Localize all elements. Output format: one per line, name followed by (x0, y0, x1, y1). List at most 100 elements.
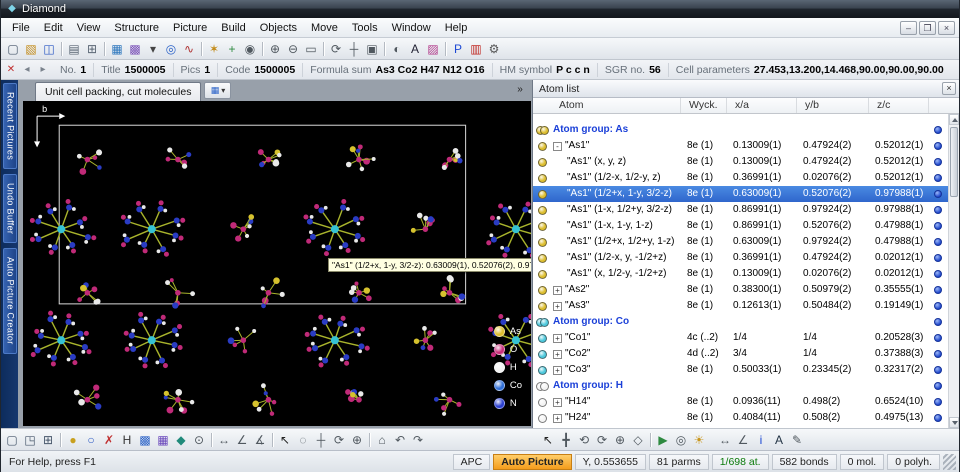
powder-pattern-icon[interactable]: ∿ (180, 40, 198, 57)
atom-row[interactable]: "As1" (1-x, 1-y, 1-z)8e (1)0.86991(1)0.5… (533, 218, 948, 234)
atom-indicator[interactable] (929, 366, 947, 374)
column-header-atom[interactable]: Atom (533, 98, 681, 113)
tree-expander[interactable]: + (553, 286, 562, 295)
picture-view-icon[interactable]: ◎ (162, 40, 180, 57)
picture-menu-button[interactable]: ▦ ▾ (204, 82, 231, 99)
gear-icon[interactable]: ⚙ (485, 40, 503, 57)
tree-expander[interactable]: + (553, 366, 562, 375)
side-tab-undo-buffer[interactable]: Undo Buffer (3, 174, 17, 243)
stereo-icon[interactable]: ◎ (672, 431, 690, 448)
info-icon[interactable]: i (752, 431, 770, 448)
mdi-minimize-button[interactable]: – (900, 21, 917, 35)
new-document-icon[interactable]: ▢ (4, 40, 22, 57)
scroll-up-icon[interactable] (949, 114, 959, 125)
open-file-icon[interactable]: ▧ (22, 40, 40, 57)
mdi-restore-button[interactable]: ❐ (919, 21, 936, 35)
atom-indicator[interactable] (929, 222, 947, 230)
more-tabs-button[interactable]: » (512, 82, 528, 97)
mdi-close-button[interactable]: × (938, 21, 955, 35)
fill-cell-icon[interactable]: ▩ (136, 431, 154, 448)
atom-row[interactable]: "As1" (1-x, 1/2+y, 3/2-z)8e (1)0.86991(1… (533, 202, 948, 218)
menu-picture[interactable]: Picture (166, 20, 214, 36)
atom-row[interactable]: +"H14"8e (1)0.0936(11)0.498(2)0.6524(10) (533, 394, 948, 410)
atom-row[interactable]: +"As3"8e (1)0.12613(1)0.50484(2)0.19149(… (533, 298, 948, 314)
atom-indicator[interactable] (929, 174, 947, 182)
fit-window-icon[interactable]: ▭ (302, 40, 320, 57)
select-icon[interactable]: ↖ (276, 431, 294, 448)
atom-indicator[interactable] (929, 206, 947, 214)
prev-record-icon[interactable]: ◂ (19, 61, 35, 78)
atom-row[interactable]: +"Co2"4d (..2)3/41/40.37388(3) (533, 346, 948, 362)
tree-expander[interactable]: + (553, 302, 562, 311)
animate-icon[interactable]: ▶ (654, 431, 672, 448)
label-tool-icon[interactable]: A (770, 431, 788, 448)
tree-expander[interactable]: - (553, 142, 562, 151)
rotate-icon[interactable]: ⟳ (327, 40, 345, 57)
structure-wizard-icon[interactable]: ✶ (205, 40, 223, 57)
tree-expander[interactable]: + (553, 414, 562, 423)
atom-row[interactable]: "As1" (1/2-x, 1/2-y, z)8e (1)0.36991(1)0… (533, 170, 948, 186)
print-icon[interactable]: ▤ (65, 40, 83, 57)
add-atom-icon[interactable]: ● (64, 431, 82, 448)
delete-structure-icon[interactable]: ✕ (3, 61, 19, 78)
close-icon[interactable]: × (942, 82, 956, 95)
lasso-icon[interactable]: ◌ (294, 431, 312, 448)
next-record-icon[interactable]: ▸ (35, 61, 51, 78)
redo-view-icon[interactable]: ↷ (409, 431, 427, 448)
rotate-xy-icon[interactable]: ⟲ (575, 431, 593, 448)
column-header-wyck[interactable]: Wyck. (681, 98, 727, 113)
move-mode-icon[interactable]: ┼ (312, 431, 330, 448)
tree-expander[interactable]: + (553, 350, 562, 359)
atom-indicator[interactable] (929, 254, 947, 262)
atom-indicator[interactable] (929, 190, 947, 198)
tree-expander[interactable]: + (553, 398, 562, 407)
colors-icon[interactable]: ▨ (424, 40, 442, 57)
zoom-out-icon[interactable]: ⊖ (284, 40, 302, 57)
menu-objects[interactable]: Objects (253, 20, 304, 36)
column-header-x-a[interactable]: x/a (727, 98, 797, 113)
zoom-tool-icon[interactable]: ⊕ (611, 431, 629, 448)
add-bond-icon[interactable]: ○ (82, 431, 100, 448)
layout-icon[interactable]: ◳ (21, 431, 39, 448)
angle-icon[interactable]: ∠ (233, 431, 251, 448)
search-icon[interactable]: ◉ (241, 40, 259, 57)
atom-indicator[interactable] (929, 238, 947, 246)
atom-row[interactable]: "As1" (x, 1/2-y, -1/2+z)8e (1)0.13009(1)… (533, 266, 948, 282)
atom-row[interactable]: +"Co3"8e (1)0.50033(1)0.23345(2)0.32317(… (533, 362, 948, 378)
atom-row[interactable]: "As1" (1/2+x, 1/2+y, 1-z)8e (1)0.63009(1… (533, 234, 948, 250)
atom-row[interactable]: "As1" (1/2+x, 1-y, 3/2-z)8e (1)0.63009(1… (533, 186, 948, 202)
pointer-icon[interactable]: ↖ (539, 431, 557, 448)
polyhedra-icon[interactable]: ◆ (172, 431, 190, 448)
resize-grip[interactable] (943, 454, 956, 470)
toolbox-icon[interactable]: ▥ (467, 40, 485, 57)
rotate-mode-icon[interactable]: ⟳ (330, 431, 348, 448)
torsion-icon[interactable]: ∡ (251, 431, 269, 448)
atom-indicator[interactable] (929, 286, 947, 294)
packing-icon[interactable]: ▦ (154, 431, 172, 448)
atom-row[interactable]: +"Co1"4c (..2)1/41/40.20528(3) (533, 330, 948, 346)
measure-angle-icon[interactable]: ∠ (734, 431, 752, 448)
labels-icon[interactable]: A (406, 40, 424, 57)
zoom-in-icon[interactable]: ⊕ (266, 40, 284, 57)
atom-indicator[interactable] (929, 350, 947, 358)
side-tab-auto-picture-creator[interactable]: Auto Picture Creator (3, 248, 17, 354)
pan-icon[interactable]: ╋ (557, 431, 575, 448)
move-icon[interactable]: ┼ (345, 40, 363, 57)
zoom-mode-icon[interactable]: ⊕ (348, 431, 366, 448)
atom-indicator[interactable] (929, 126, 947, 134)
atom-group-row[interactable]: Atom group: H (533, 378, 948, 394)
structure-canvas[interactable]: b AsOHCoN "As1" (1/2+x, 1-y, 3/2-z): 0.6… (23, 101, 531, 426)
view-menu-icon[interactable]: ▾ (144, 40, 162, 57)
menu-move[interactable]: Move (304, 20, 345, 36)
atom-row[interactable]: -"As1"8e (1)0.13009(1)0.47924(2)0.52012(… (533, 138, 948, 154)
distance-icon[interactable]: ↔ (215, 431, 233, 448)
atom-indicator[interactable] (929, 142, 947, 150)
menu-file[interactable]: File (5, 20, 37, 36)
vertical-scrollbar[interactable] (948, 114, 959, 428)
rotate-z-icon[interactable]: ⟳ (593, 431, 611, 448)
new-picture-icon[interactable]: ▢ (3, 431, 21, 448)
connectivity-icon[interactable]: ⊙ (190, 431, 208, 448)
tree-expander[interactable]: + (553, 334, 562, 343)
side-tab-recent-pictures[interactable]: Recent Pictures (3, 83, 17, 169)
scrollbar-thumb[interactable] (950, 127, 958, 197)
